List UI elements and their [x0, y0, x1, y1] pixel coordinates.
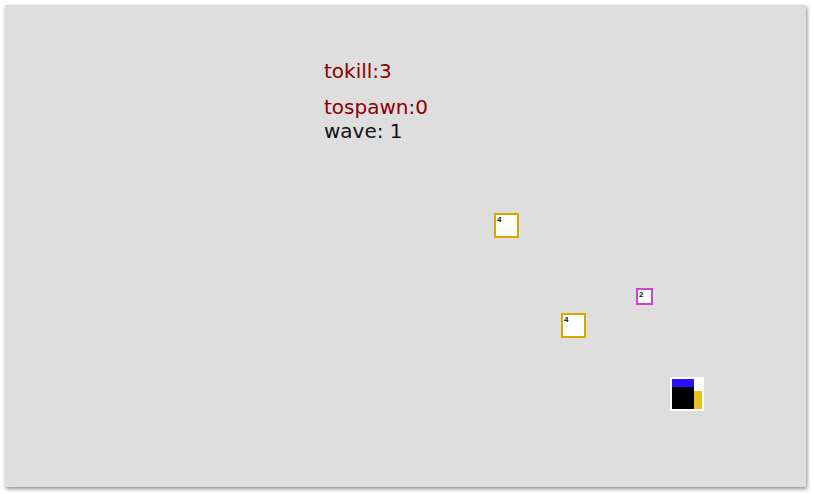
- player-body: [672, 379, 694, 409]
- hud: tokill:3 tospawn:0 wave: 1: [5, 5, 806, 143]
- to-spawn-counter: tospawn:0: [324, 95, 428, 119]
- shield-fill: [672, 379, 694, 387]
- energy-fill: [694, 391, 702, 409]
- shield-bar: [672, 379, 694, 387]
- game-canvas[interactable]: tokill:3 tospawn:0 wave: 1 4 2 4: [5, 5, 806, 487]
- enemy: 4: [561, 313, 586, 338]
- enemy-hp: 2: [639, 290, 643, 299]
- enemy: 2: [636, 288, 653, 305]
- enemy-hp: 4: [497, 215, 501, 224]
- enemy: 4: [494, 213, 519, 238]
- wave-counter: wave: 1: [324, 119, 403, 143]
- player[interactable]: [670, 377, 704, 411]
- energy-bar: [694, 379, 702, 409]
- to-kill-counter: tokill:3: [324, 59, 392, 83]
- enemy-hp: 4: [564, 315, 568, 324]
- player-core: [672, 387, 694, 409]
